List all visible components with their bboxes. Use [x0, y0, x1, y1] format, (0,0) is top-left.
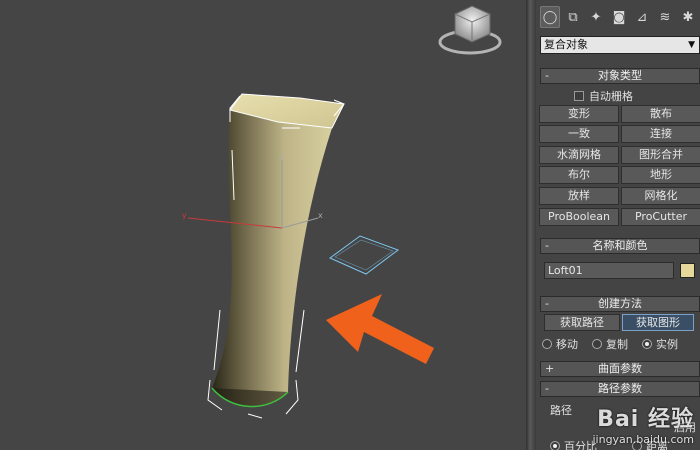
morph-button[interactable]: 变形	[539, 105, 619, 123]
instance-radio-label: 实例	[656, 338, 678, 351]
percentage-radio[interactable]: 百分比	[550, 438, 597, 450]
radio-circle	[642, 339, 652, 349]
checkbox-box	[574, 91, 584, 101]
copy-radio[interactable]: 复制	[592, 336, 628, 352]
autogrid-checkbox[interactable]: 自动栅格	[574, 88, 633, 104]
watermark-url: jingyan.baidu.com	[592, 433, 694, 446]
axis-x-label: x	[318, 211, 323, 220]
rollout-toggle: -	[545, 239, 549, 252]
rollout-toggle: -	[545, 69, 549, 82]
terrain-button[interactable]: 地形	[621, 166, 700, 184]
get-shape-button[interactable]: 获取图形	[622, 314, 694, 331]
panel-divider[interactable]	[526, 0, 536, 450]
path-label: 路径	[550, 404, 572, 417]
rollout-toggle: +	[545, 362, 555, 375]
helper-icon[interactable]: ⊿	[632, 6, 652, 28]
rollout-object-type-header[interactable]: - 对象类型	[540, 68, 700, 84]
shapes-icon[interactable]: ⧉	[563, 6, 583, 28]
rollout-title: 曲面参数	[598, 362, 642, 375]
light-icon[interactable]: ✦	[586, 6, 606, 28]
command-panel: ◯ ⧉ ✦ ◙ ⊿ ≋ ✱ 复合对象 ▼ - 对象类型 自动栅格 变形 散布 一…	[536, 0, 700, 450]
blobmesh-button[interactable]: 水滴网格	[539, 146, 619, 164]
instance-radio[interactable]: 实例	[642, 336, 678, 352]
camera-icon[interactable]: ◙	[609, 6, 629, 28]
rollout-toggle: -	[545, 382, 549, 395]
proboolean-button[interactable]: ProBoolean	[539, 208, 619, 226]
category-dropdown-value: 复合对象	[544, 38, 588, 51]
category-dropdown[interactable]: 复合对象 ▼	[540, 36, 700, 54]
conform-button[interactable]: 一致	[539, 125, 619, 143]
radio-circle	[550, 441, 560, 450]
rollout-name-color-header[interactable]: - 名称和颜色	[540, 238, 700, 254]
autogrid-label: 自动栅格	[589, 90, 633, 103]
connect-button[interactable]: 连接	[621, 125, 700, 143]
rollout-path-params-header[interactable]: - 路径参数	[540, 381, 700, 397]
perspective-viewport[interactable]: y x z	[0, 0, 526, 450]
copy-radio-label: 复制	[606, 338, 628, 351]
axis-y-label: y	[182, 211, 187, 220]
watermark-logo-text: Bai 经验	[597, 407, 694, 432]
object-color-swatch[interactable]	[680, 263, 695, 278]
rollout-title: 路径参数	[598, 382, 642, 395]
viewport-scene: y x z	[182, 5, 502, 419]
object-name-input[interactable]: Loft01	[544, 262, 674, 279]
move-radio[interactable]: 移动	[542, 336, 578, 352]
chevron-down-icon: ▼	[688, 40, 695, 50]
get-path-button[interactable]: 获取路径	[544, 314, 620, 331]
create-category-tabs: ◯ ⧉ ✦ ◙ ⊿ ≋ ✱	[540, 6, 698, 30]
rollout-creation-method-header[interactable]: - 创建方法	[540, 296, 700, 312]
loft-button[interactable]: 放样	[539, 187, 619, 205]
rollout-title: 对象类型	[598, 69, 642, 82]
scatter-button[interactable]: 散布	[621, 105, 700, 123]
viewcube[interactable]	[438, 5, 502, 55]
rollout-title: 名称和颜色	[592, 239, 648, 252]
axis-z-label: z	[279, 153, 283, 162]
rollout-title: 创建方法	[598, 297, 642, 310]
rollout-toggle: -	[545, 297, 549, 310]
sphere-create-icon[interactable]: ◯	[540, 6, 560, 28]
boolean-button[interactable]: 布尔	[539, 166, 619, 184]
rollout-surface-params-header[interactable]: + 曲面参数	[540, 361, 700, 377]
radio-circle	[542, 339, 552, 349]
spacewarp-icon[interactable]: ≋	[655, 6, 675, 28]
systems-icon[interactable]: ✱	[678, 6, 698, 28]
loft-object[interactable]	[211, 93, 345, 408]
pointer-arrow-annotation	[326, 294, 434, 364]
radio-circle	[592, 339, 602, 349]
mesher-button[interactable]: 网格化	[621, 187, 700, 205]
procutter-button[interactable]: ProCutter	[621, 208, 700, 226]
shapemerge-button[interactable]: 图形合并	[621, 146, 700, 164]
baidu-jingyan-watermark: Bai 经验 jingyan.baidu.com	[592, 401, 694, 446]
move-radio-label: 移动	[556, 338, 578, 351]
